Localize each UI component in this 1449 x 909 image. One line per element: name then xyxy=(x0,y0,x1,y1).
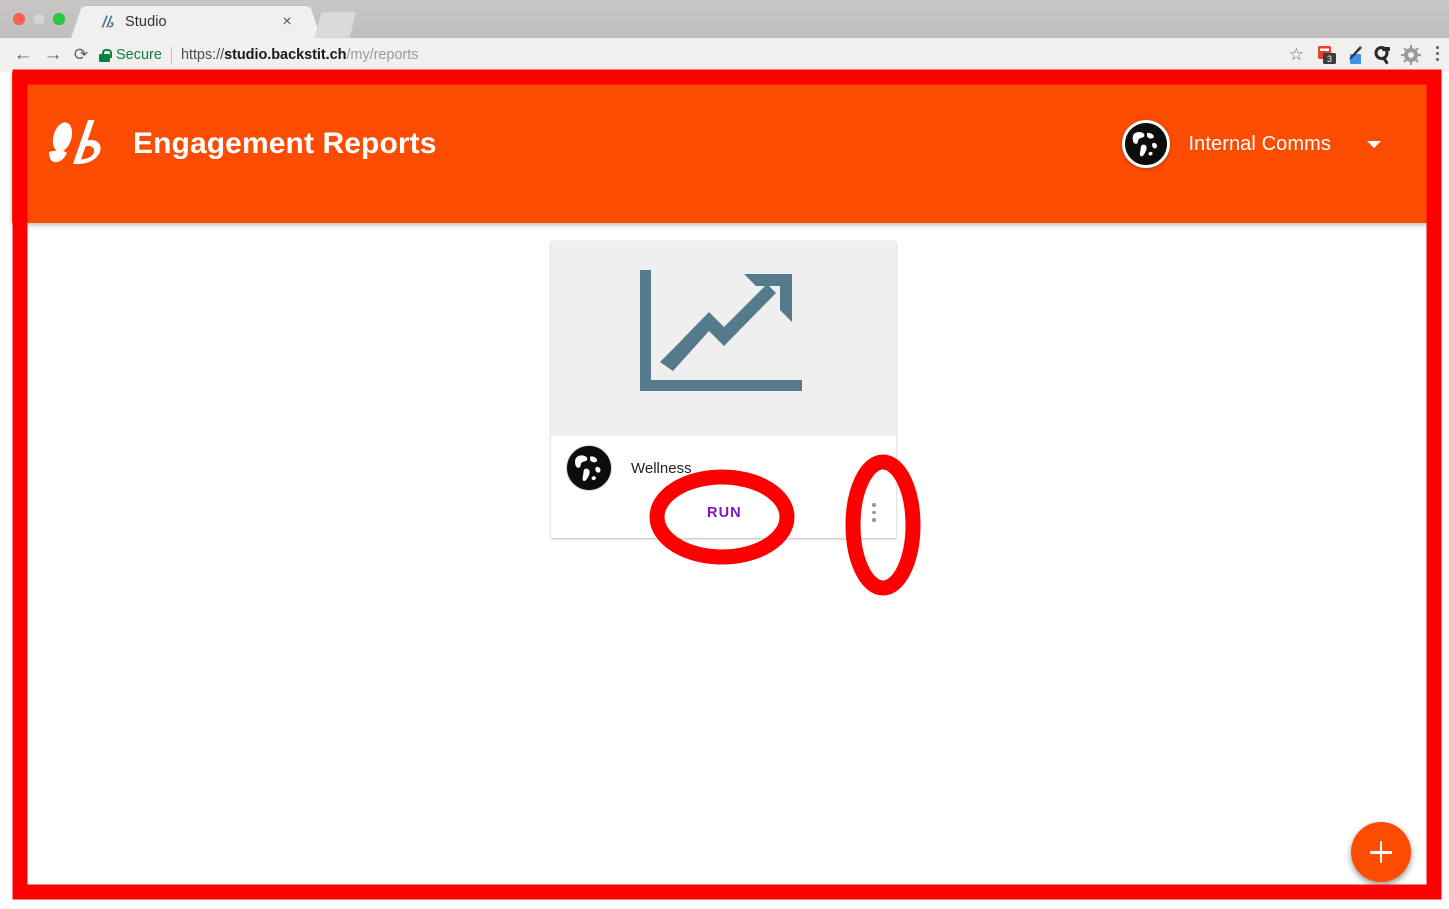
magnifier-extension-icon[interactable] xyxy=(1373,45,1393,65)
window-traffic-lights xyxy=(13,13,65,25)
backstitch-brush-b-logo xyxy=(45,116,105,172)
back-icon[interactable]: ← xyxy=(12,44,34,66)
report-owner: Wellness xyxy=(566,445,692,491)
chrome-menu-icon[interactable] xyxy=(1436,46,1440,64)
globe-avatar-icon xyxy=(566,445,612,491)
url-scheme: https:// xyxy=(180,47,225,63)
report-card[interactable]: Wellness RUN xyxy=(551,241,896,538)
report-card-body: Wellness RUN xyxy=(551,436,896,538)
address-bar[interactable]: Secure https://studio.backstit.ch/my/rep… xyxy=(99,42,1274,68)
browser-tab-studio[interactable]: Studio × xyxy=(71,6,321,38)
window-minimize-button[interactable] xyxy=(33,13,45,25)
omnibox-divider xyxy=(170,46,172,64)
browser-tab-strip: Studio × xyxy=(0,0,1449,38)
page-title: Engagement Reports xyxy=(133,127,437,160)
lock-icon xyxy=(99,48,112,62)
reload-icon[interactable]: ⟳ xyxy=(70,44,92,66)
browser-toolbar: ← → ⟳ Secure https://studio.backstit.ch/… xyxy=(0,38,1449,73)
url-host: studio.backstit.ch xyxy=(224,47,347,63)
security-status-label: Secure xyxy=(116,47,162,63)
browser-tab-title: Studio xyxy=(125,14,167,30)
svg-text:3: 3 xyxy=(1327,54,1332,64)
address-bar-url: https://studio.backstit.ch/my/reports xyxy=(180,47,419,63)
browser-window: Studio × ← → ⟳ Secure https://studio.bac… xyxy=(0,0,1449,909)
forward-icon[interactable]: → xyxy=(42,44,64,66)
brand: Engagement Reports xyxy=(45,116,437,172)
chevron-down-icon[interactable] xyxy=(1367,140,1381,148)
close-icon[interactable]: × xyxy=(279,14,295,30)
report-thumbnail xyxy=(551,241,896,436)
new-tab-button[interactable] xyxy=(314,12,357,38)
url-path: /my/reports xyxy=(346,47,419,63)
globe-avatar-icon xyxy=(1122,120,1171,168)
calendar-extension-icon[interactable]: 3 xyxy=(1317,45,1337,65)
report-name: Wellness xyxy=(631,459,692,477)
page-viewport: Engagement Reports Internal Comms Wellne… xyxy=(0,72,1449,909)
bookmark-star-icon[interactable]: ☆ xyxy=(1289,46,1304,63)
run-button[interactable]: RUN xyxy=(699,499,750,527)
app-header: Engagement Reports Internal Comms xyxy=(12,72,1437,223)
gear-extension-icon[interactable] xyxy=(1401,45,1421,65)
add-report-fab[interactable] xyxy=(1351,822,1411,882)
org-switcher[interactable]: Internal Comms xyxy=(1122,120,1381,168)
line-chart-up-arrow-icon xyxy=(639,270,808,407)
org-name-label: Internal Comms xyxy=(1188,132,1331,155)
report-overflow-menu[interactable] xyxy=(860,501,888,529)
report-card-actions: RUN xyxy=(551,491,896,538)
window-zoom-button[interactable] xyxy=(53,13,65,25)
backstitch-b-icon xyxy=(99,14,116,30)
window-close-button[interactable] xyxy=(13,13,25,25)
eyedropper-extension-icon[interactable] xyxy=(1345,45,1365,65)
